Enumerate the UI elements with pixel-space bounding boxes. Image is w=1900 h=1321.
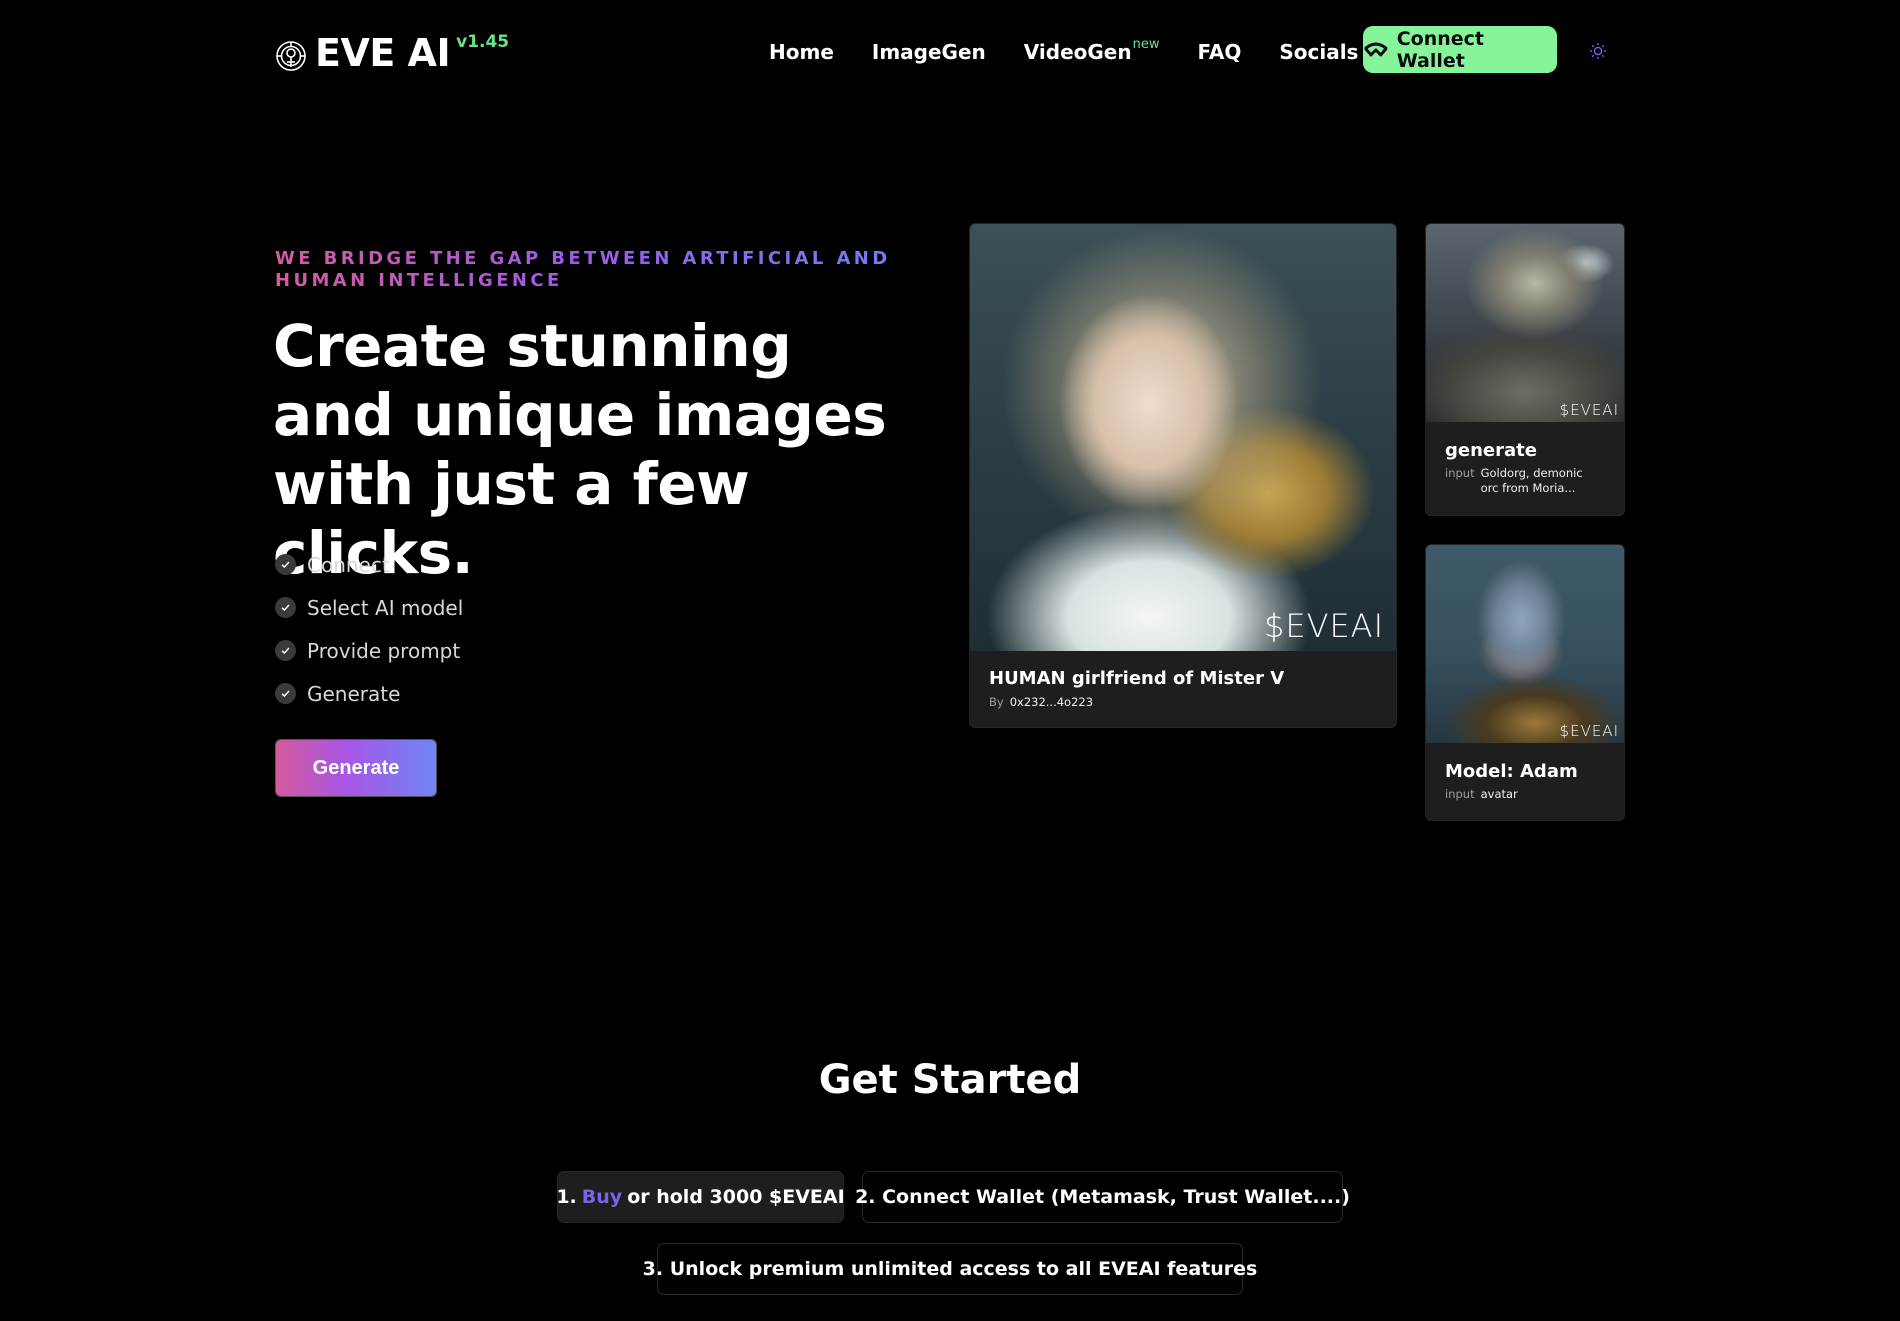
generated-image-portrait: $EVEAI <box>970 224 1396 651</box>
image-card[interactable]: $EVEAI generate input Goldorg, demonic o… <box>1425 223 1625 516</box>
site-header: EVE AI v1.45 Home ImageGen VideoGen new F… <box>0 0 1900 100</box>
step-number: 1. <box>556 1186 577 1208</box>
connect-wallet-label: Connect Wallet <box>1396 27 1484 72</box>
check-icon <box>275 683 296 704</box>
version-badge: v1.45 <box>456 32 510 52</box>
author-address: 0x232...4o223 <box>1009 695 1094 709</box>
checklist-label: Provide prompt <box>307 638 461 663</box>
nav-socials-label: Socials <box>1279 40 1359 64</box>
checklist-item: Select AI model <box>275 586 463 629</box>
meta-label: input <box>1445 466 1475 480</box>
nav-imagegen[interactable]: ImageGen <box>872 38 986 66</box>
sun-icon[interactable] <box>1589 42 1607 60</box>
step-unlock-premium[interactable]: 3. Unlock premium unlimited access to al… <box>643 1243 1257 1295</box>
image-card[interactable]: $EVEAI Model: Adam input avatar <box>1425 544 1625 821</box>
hero-eyebrow: WE BRIDGE THE GAP BETWEEN ARTIFICIAL AND… <box>275 248 915 292</box>
nav-videogen-label: VideoGen <box>1023 40 1132 64</box>
meta-label: input <box>1445 787 1475 801</box>
checklist-item: Provide prompt <box>275 629 463 672</box>
card-title: generate <box>1445 440 1537 461</box>
brand-name: EVE AI <box>315 31 451 75</box>
card-body: Model: Adam input avatar <box>1426 743 1624 819</box>
card-meta: input Goldorg, demonic orc from Moria... <box>1445 466 1605 496</box>
nav-faq-label: FAQ <box>1197 40 1242 64</box>
nav-videogen[interactable]: VideoGen new <box>1024 38 1160 66</box>
card-title: Model: Adam <box>1445 761 1578 782</box>
steps-checklist: Connect Select AI model Provide prompt G… <box>275 543 463 715</box>
generated-image-avatar: $EVEAI <box>1426 545 1624 743</box>
nav-socials-dropdown[interactable]: Socials <box>1279 38 1374 66</box>
generated-image-orc: $EVEAI <box>1426 224 1624 422</box>
checklist-label: Connect <box>307 552 390 577</box>
nav-faq[interactable]: FAQ <box>1197 38 1241 66</box>
card-body: HUMAN girlfriend of Mister V By 0x232...… <box>970 651 1396 726</box>
prompt-text: Goldorg, demonic orc from Moria... <box>1480 466 1583 495</box>
card-title: HUMAN girlfriend of Mister V <box>989 668 1285 689</box>
checklist-item: Generate <box>275 672 463 715</box>
eve-ai-logo-icon <box>276 41 306 71</box>
watermark: $EVEAI <box>1559 722 1619 740</box>
watermark: $EVEAI <box>1559 401 1619 419</box>
brand-logo[interactable]: EVE AI v1.45 <box>275 30 509 76</box>
checklist-item: Connect <box>275 543 463 586</box>
get-started-title: Get Started <box>818 1057 1082 1103</box>
watermark: $EVEAI <box>1263 607 1384 645</box>
check-icon <box>275 554 296 575</box>
generate-button[interactable]: Generate <box>275 739 437 797</box>
checklist-label: Select AI model <box>307 595 464 620</box>
step-connect-wallet[interactable]: 2. Connect Wallet (Metamask, Trust Walle… <box>855 1171 1350 1223</box>
nav-home[interactable]: Home <box>769 38 834 66</box>
card-body: generate input Goldorg, demonic orc from… <box>1426 422 1624 513</box>
nav-imagegen-label: ImageGen <box>871 40 986 64</box>
card-meta: input avatar <box>1445 787 1605 802</box>
step-text: or hold 3000 $EVEAI <box>627 1186 845 1208</box>
check-icon <box>275 640 296 661</box>
check-icon <box>275 597 296 618</box>
buy-link[interactable]: Buy <box>582 1186 622 1208</box>
nav-home-label: Home <box>769 40 834 64</box>
card-meta: By 0x232...4o223 <box>989 695 1377 710</box>
checklist-label: Generate <box>307 681 401 706</box>
walletconnect-icon <box>1364 42 1388 56</box>
prompt-text: avatar <box>1480 787 1518 801</box>
meta-label: By <box>989 695 1004 709</box>
connect-wallet-button[interactable]: Connect Wallet <box>1363 26 1557 73</box>
featured-image-card[interactable]: $EVEAI HUMAN girlfriend of Mister V By 0… <box>969 223 1397 728</box>
main-nav: Home ImageGen VideoGen new FAQ Socials <box>769 38 1412 66</box>
step-buy[interactable]: 1. Buy or hold 3000 $EVEAI <box>556 1171 845 1223</box>
new-badge: new <box>1132 37 1160 52</box>
